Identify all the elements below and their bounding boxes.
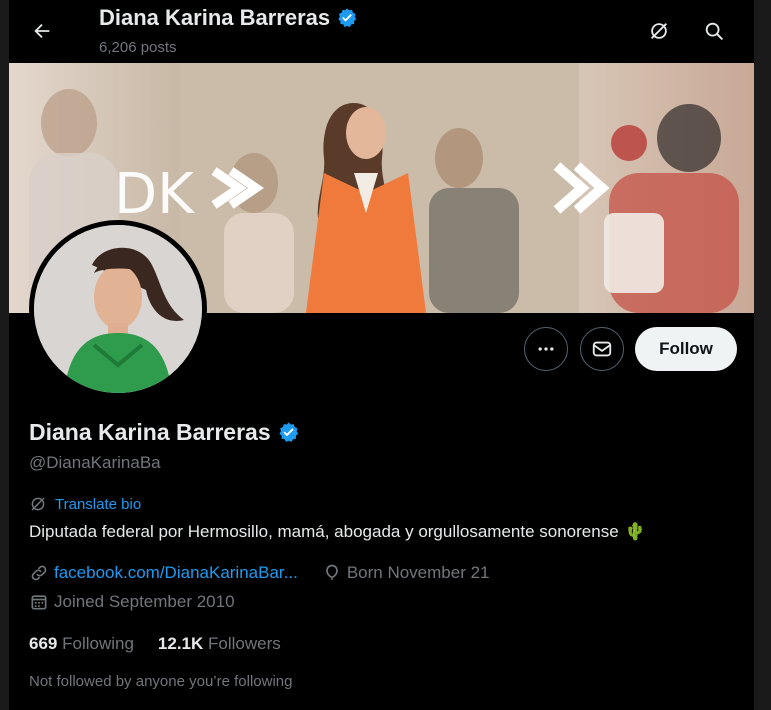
profile-name-text: Diana Karina Barreras [29, 419, 271, 445]
translate-bio-label: Translate bio [55, 495, 142, 513]
profile-meta-row-2: Joined September 2010 [29, 592, 235, 612]
follow-button[interactable]: Follow [635, 327, 737, 371]
following-label: Following [62, 634, 134, 653]
following-count: 669 [29, 634, 58, 653]
followers-link[interactable]: 12.1K Followers [158, 634, 281, 654]
post-count: 6,206 posts [99, 39, 177, 56]
search-icon [703, 20, 725, 42]
profile-stats: 669 Following 12.1K Followers [29, 634, 281, 654]
grok-button[interactable] [642, 14, 676, 48]
profile-meta-row-1: facebook.com/DianaKarinaBar... Born Nove… [29, 563, 490, 583]
more-icon [536, 339, 556, 359]
profile-bio: Diputada federal por Hermosillo, mamá, a… [29, 522, 646, 542]
following-link[interactable]: 669 Following [29, 634, 134, 654]
profile-handle: @DianaKarinaBa [29, 453, 161, 472]
followers-label: Followers [208, 634, 281, 653]
page: Diana Karina Barreras 6,206 posts DK Fol… [0, 0, 771, 710]
verified-icon[interactable] [277, 421, 300, 444]
search-button[interactable] [697, 14, 731, 48]
cactus-emoji: 🌵 [624, 522, 646, 541]
balloon-icon [322, 563, 342, 583]
calendar-icon [29, 592, 49, 612]
message-button[interactable] [580, 327, 624, 371]
back-button[interactable] [25, 14, 59, 48]
translate-bio-button[interactable]: Translate bio [29, 495, 141, 513]
profile-joined: Joined September 2010 [54, 592, 235, 611]
followers-count: 12.1K [157, 634, 204, 653]
grok-icon [29, 495, 47, 513]
banner-logo-text: DK [114, 162, 195, 227]
profile-name: Diana Karina Barreras [29, 419, 300, 446]
bio-text: Diputada federal por Hermosillo, mamá, a… [29, 522, 619, 541]
grok-icon [648, 20, 670, 42]
mail-icon [591, 338, 613, 360]
header-name: Diana Karina Barreras [99, 5, 331, 30]
avatar-frame[interactable] [29, 220, 207, 398]
back-arrow-icon [31, 20, 53, 42]
profile-column: Diana Karina Barreras 6,206 posts DK Fol… [9, 0, 754, 710]
header-title: Diana Karina Barreras [99, 5, 358, 31]
more-button[interactable] [524, 327, 568, 371]
profile-website-link[interactable]: facebook.com/DianaKarinaBar... [54, 563, 298, 583]
link-icon [29, 563, 49, 583]
profile-birthday: Born November 21 [346, 563, 490, 582]
avatar [34, 225, 202, 393]
verified-icon [336, 7, 358, 29]
top-bar: Diana Karina Barreras 6,206 posts [9, 0, 754, 63]
not-followed-note: Not followed by anyone you’re following [29, 673, 293, 690]
